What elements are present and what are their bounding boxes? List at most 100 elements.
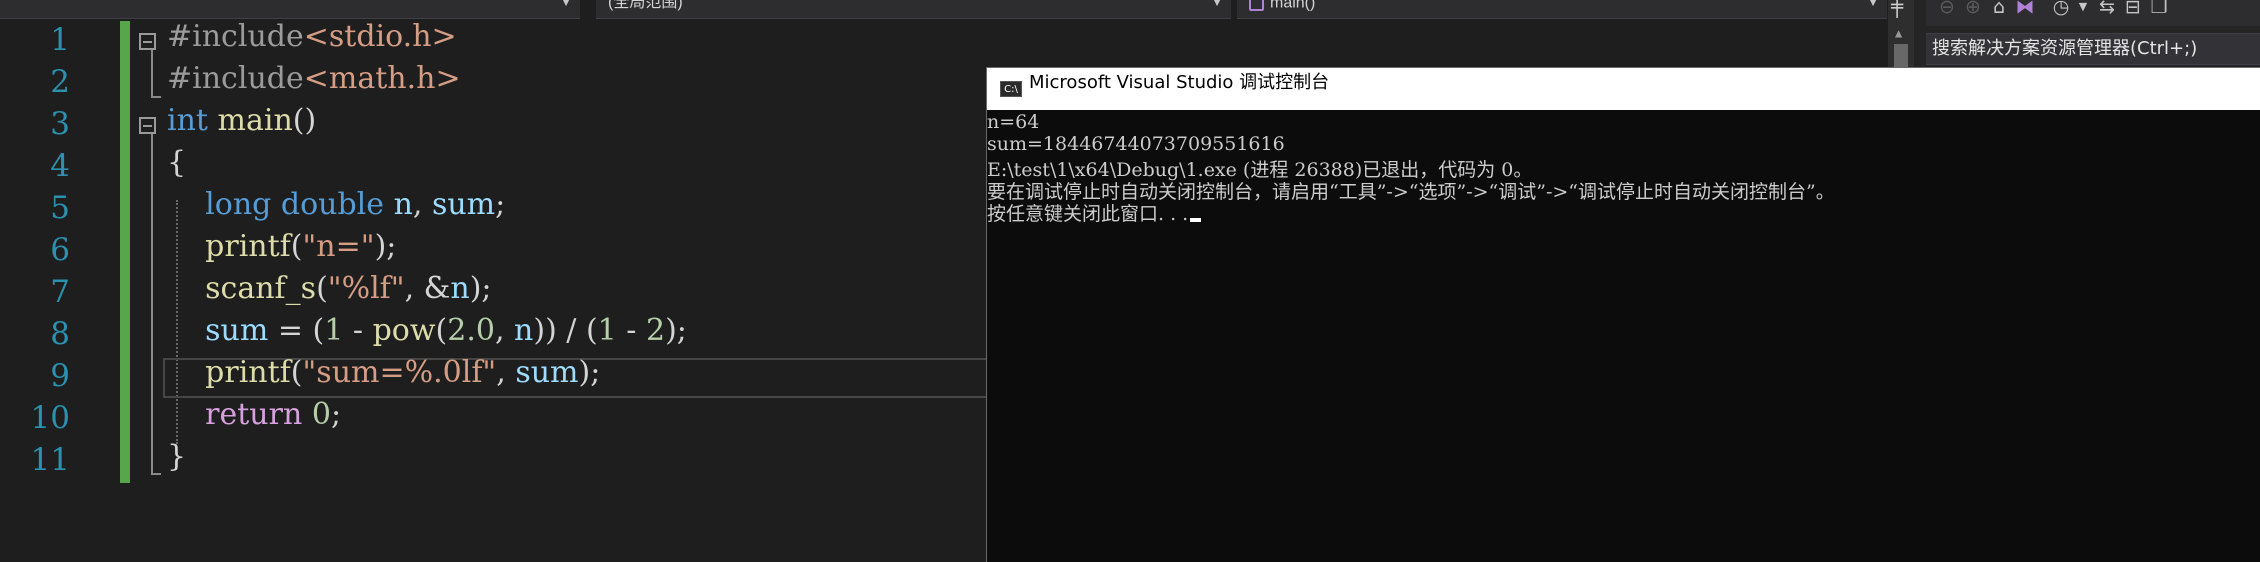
code-token: ); <box>578 355 601 390</box>
back-icon[interactable]: ⊖ <box>1936 0 1958 18</box>
scrollbar-thumb[interactable] <box>1894 44 1908 68</box>
code-token: , <box>412 187 432 222</box>
code-token: ( <box>290 355 303 390</box>
code-token: return <box>205 397 303 432</box>
console-output[interactable]: n=64 sum=18446744073709551616 E:\test\1\x6… <box>987 111 2260 225</box>
code-token: 1 <box>324 313 344 348</box>
code-token: printf <box>205 355 291 390</box>
code-line[interactable]: #include<math.h> <box>167 61 461 103</box>
line-number: 10 <box>30 400 70 436</box>
code-token: sum <box>205 313 269 348</box>
outline-end <box>151 96 161 98</box>
code-token: sum <box>515 355 579 390</box>
code-token: "n=" <box>302 229 375 264</box>
project-dropdown[interactable]: ▼ <box>0 0 580 19</box>
sync-icon[interactable]: ⇆ <box>2096 0 2118 18</box>
code-token: <stdio.h> <box>303 19 457 54</box>
text-cursor <box>1190 218 1202 222</box>
code-token: n <box>450 271 470 306</box>
line-number: 7 <box>50 274 70 310</box>
dropdown-icon[interactable]: ▼ <box>2072 0 2094 18</box>
code-token: 0 <box>311 397 331 432</box>
line-number: 11 <box>30 442 70 478</box>
code-token: main <box>217 103 293 138</box>
outline-end <box>151 473 161 475</box>
member-dropdown[interactable]: main() ▼ <box>1237 0 1887 19</box>
code-line[interactable]: int main() <box>167 103 316 145</box>
code-token: n <box>393 187 413 222</box>
code-token: 2.0 <box>447 313 495 348</box>
collapse-icon[interactable] <box>139 33 156 50</box>
code-token: )) / ( <box>533 313 598 348</box>
history-icon[interactable]: ◷ <box>2050 0 2072 18</box>
code-token: - <box>616 313 646 348</box>
code-token: 1 <box>597 313 617 348</box>
search-placeholder: 搜索解决方案资源管理器(Ctrl+;) <box>1932 38 2198 59</box>
line-number: 2 <box>50 64 70 100</box>
line-number: 3 <box>50 106 70 142</box>
split-icon[interactable]: ╪ <box>1891 0 1903 18</box>
console-output-line: 要在调试停止时自动关闭控制台，请启用“工具”->“选项”->“调试”->“调试停… <box>987 177 2260 203</box>
debug-console-window[interactable]: C:\ Microsoft Visual Studio 调试控制台 n=64 su… <box>986 67 2260 562</box>
chevron-down-icon: ▼ <box>560 0 572 9</box>
code-token: printf <box>205 229 291 264</box>
code-line[interactable]: printf("sum=%.0lf", sum); <box>167 355 600 397</box>
code-token: int <box>167 103 208 138</box>
copy-icon[interactable]: ❐ <box>2148 0 2170 18</box>
code-token: pow <box>372 313 436 348</box>
collapse-icon[interactable] <box>139 117 156 134</box>
outline-line <box>151 50 153 97</box>
change-tracking-bar <box>120 21 130 483</box>
line-number: 1 <box>50 22 70 58</box>
solution-explorer-toolbar: ⊖ ⊕ ⌂ ⧓ ◷ ▼ ⇆ ⊟ ❐ <box>1926 0 2260 26</box>
code-line[interactable]: return 0; <box>167 397 341 439</box>
code-token: 2 <box>645 313 666 348</box>
code-line[interactable]: } <box>167 439 186 481</box>
code-token: } <box>167 439 187 474</box>
scope-label: (全局范围) <box>608 0 683 11</box>
scroll-up-icon[interactable]: ▲ <box>1895 26 1902 40</box>
forward-icon[interactable]: ⊕ <box>1962 0 1984 18</box>
code-token: #include <box>167 61 304 96</box>
line-number: 8 <box>50 316 70 352</box>
code-token: - <box>343 313 373 348</box>
code-line[interactable]: long double n, sum; <box>167 187 505 229</box>
code-token: , <box>496 355 516 390</box>
console-title: Microsoft Visual Studio 调试控制台 <box>1029 72 1330 93</box>
solution-search-box[interactable]: 搜索解决方案资源管理器(Ctrl+;) <box>1926 33 2260 65</box>
collapse-icon[interactable]: ⊟ <box>2122 0 2144 18</box>
code-line[interactable]: #include<stdio.h> <box>167 19 457 61</box>
code-line[interactable]: sum = (1 - pow(2.0, n)) / (1 - 2); <box>167 313 687 355</box>
console-text: n=64 <box>987 111 1040 133</box>
console-title-bar[interactable]: C:\ Microsoft Visual Studio 调试控制台 <box>987 68 2260 110</box>
code-token: ; <box>495 187 506 222</box>
code-token: <math.h> <box>303 61 461 96</box>
line-number: 6 <box>50 232 70 268</box>
code-token: , <box>494 313 515 348</box>
code-token: , & <box>404 271 451 306</box>
home-icon[interactable]: ⌂ <box>1988 0 2010 18</box>
scope-dropdown[interactable]: (全局范围) ▼ <box>596 0 1231 19</box>
code-line[interactable]: scanf_s("%lf", &n); <box>167 271 491 313</box>
console-text: 按任意键关闭此窗口. . . <box>987 203 1189 225</box>
code-line[interactable]: printf("n="); <box>167 229 396 271</box>
outline-line <box>151 134 153 474</box>
console-text: sum=18446744073709551616 <box>987 133 1285 155</box>
code-token: #include <box>167 19 304 54</box>
vs-switch-icon[interactable]: ⧓ <box>2014 0 2036 18</box>
method-icon <box>1249 0 1264 11</box>
console-app-icon: C:\ <box>1000 81 1022 97</box>
code-line[interactable]: { <box>167 145 186 187</box>
console-output-line: n=64 <box>987 111 2260 133</box>
line-number: 4 <box>50 148 70 184</box>
code-token: ( <box>435 313 448 348</box>
code-token: ); <box>374 229 397 264</box>
